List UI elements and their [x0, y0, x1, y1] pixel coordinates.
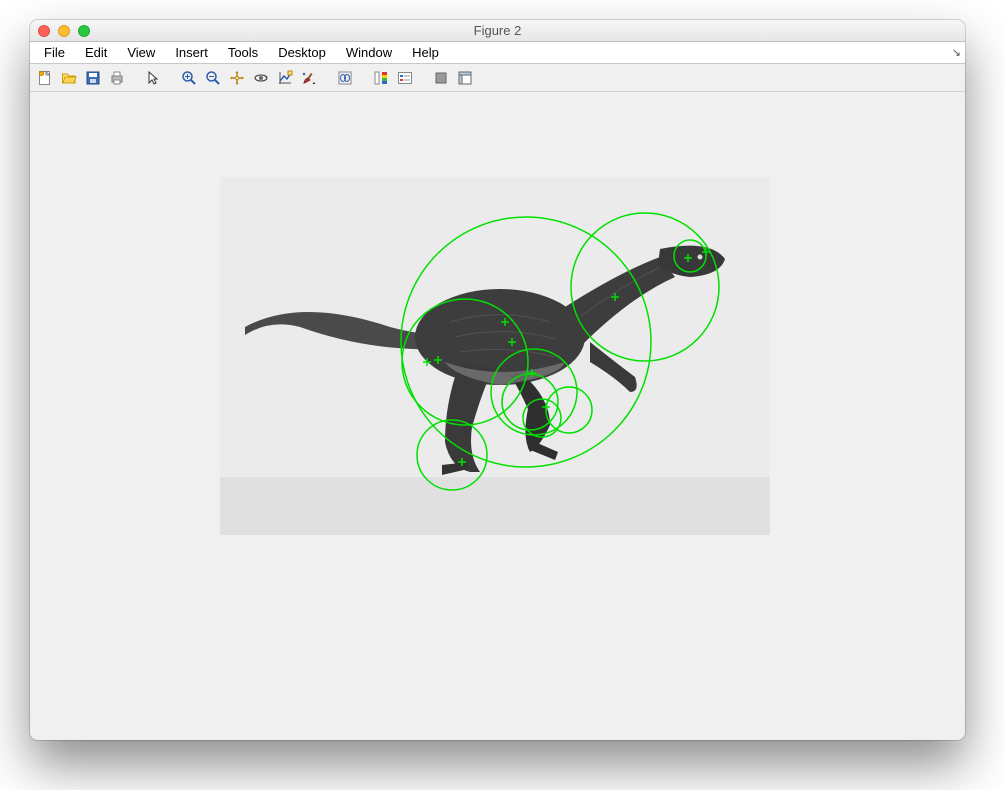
hide-plot-tools-icon[interactable]	[430, 67, 452, 89]
menu-window[interactable]: Window	[336, 42, 402, 63]
menu-tools[interactable]: Tools	[218, 42, 268, 63]
menu-view[interactable]: View	[117, 42, 165, 63]
menu-help[interactable]: Help	[402, 42, 449, 63]
figure-canvas	[30, 92, 965, 740]
data-cursor-icon[interactable]	[274, 67, 296, 89]
zoom-in-icon[interactable]	[178, 67, 200, 89]
pan-icon[interactable]	[226, 67, 248, 89]
figure-window: Figure 2 FileEditViewInsertToolsDesktopW…	[30, 20, 965, 740]
new-figure-icon[interactable]	[34, 67, 56, 89]
menu-insert[interactable]: Insert	[165, 42, 218, 63]
axes-image[interactable]	[220, 177, 770, 535]
print-icon[interactable]	[106, 67, 128, 89]
toolbar	[30, 64, 965, 92]
insert-legend-icon[interactable]	[394, 67, 416, 89]
show-plot-tools-icon[interactable]	[454, 67, 476, 89]
close-button[interactable]	[38, 25, 50, 37]
open-icon[interactable]	[58, 67, 80, 89]
rotate-3d-icon[interactable]	[250, 67, 272, 89]
zoom-out-icon[interactable]	[202, 67, 224, 89]
window-title: Figure 2	[474, 23, 522, 38]
link-plot-icon[interactable]	[334, 67, 356, 89]
menubar: FileEditViewInsertToolsDesktopWindowHelp…	[30, 42, 965, 64]
traffic-lights	[38, 25, 90, 37]
image-with-features	[220, 177, 770, 535]
brush-icon[interactable]	[298, 67, 320, 89]
zoom-button[interactable]	[78, 25, 90, 37]
menu-edit[interactable]: Edit	[75, 42, 117, 63]
minimize-button[interactable]	[58, 25, 70, 37]
pointer-icon[interactable]	[142, 67, 164, 89]
dock-figure-icon[interactable]: ↘	[952, 46, 961, 59]
menu-desktop[interactable]: Desktop	[268, 42, 336, 63]
menu-file[interactable]: File	[34, 42, 75, 63]
save-icon[interactable]	[82, 67, 104, 89]
titlebar: Figure 2	[30, 20, 965, 42]
insert-colorbar-icon[interactable]	[370, 67, 392, 89]
